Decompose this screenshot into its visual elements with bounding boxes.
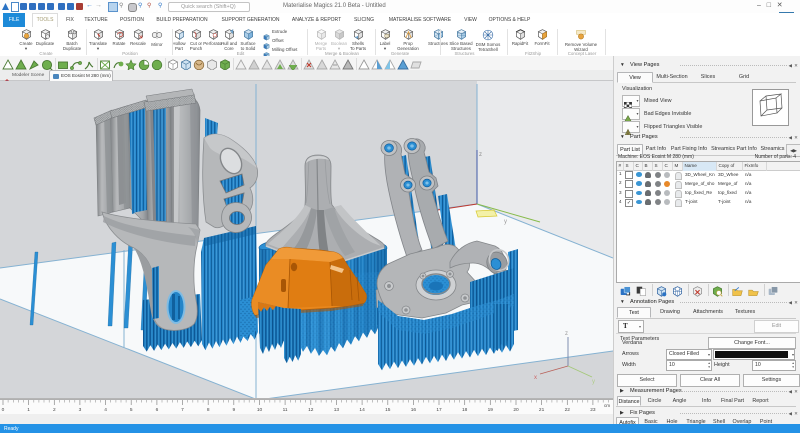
svg-text:19: 19 <box>488 407 494 413</box>
svg-text:16: 16 <box>411 407 417 413</box>
svg-text:10: 10 <box>257 407 263 413</box>
svg-text:y: y <box>504 219 507 225</box>
svg-text:7: 7 <box>181 407 184 413</box>
svg-text:1: 1 <box>27 407 30 413</box>
svg-text:12: 12 <box>308 407 314 413</box>
svg-text:x: x <box>534 375 537 381</box>
svg-text:cm: cm <box>604 403 610 408</box>
svg-text:17: 17 <box>436 407 442 413</box>
svg-text:z: z <box>479 152 482 158</box>
svg-text:18: 18 <box>462 407 468 413</box>
svg-text:9: 9 <box>232 407 235 413</box>
svg-text:15: 15 <box>385 407 391 413</box>
svg-text:23: 23 <box>590 407 596 413</box>
svg-text:20: 20 <box>513 407 519 413</box>
svg-text:2: 2 <box>53 407 56 413</box>
svg-text:21: 21 <box>539 407 545 413</box>
svg-text:0: 0 <box>2 407 5 413</box>
svg-text:8: 8 <box>207 407 210 413</box>
svg-text:y: y <box>592 379 595 385</box>
svg-text:6: 6 <box>156 407 159 413</box>
svg-text:11: 11 <box>283 407 288 413</box>
svg-text:14: 14 <box>359 407 365 413</box>
svg-text:z: z <box>565 331 568 337</box>
svg-text:3: 3 <box>79 407 82 413</box>
svg-text:13: 13 <box>334 407 340 413</box>
svg-text:22: 22 <box>565 407 571 413</box>
svg-text:4: 4 <box>104 407 107 413</box>
svg-text:5: 5 <box>130 407 133 413</box>
